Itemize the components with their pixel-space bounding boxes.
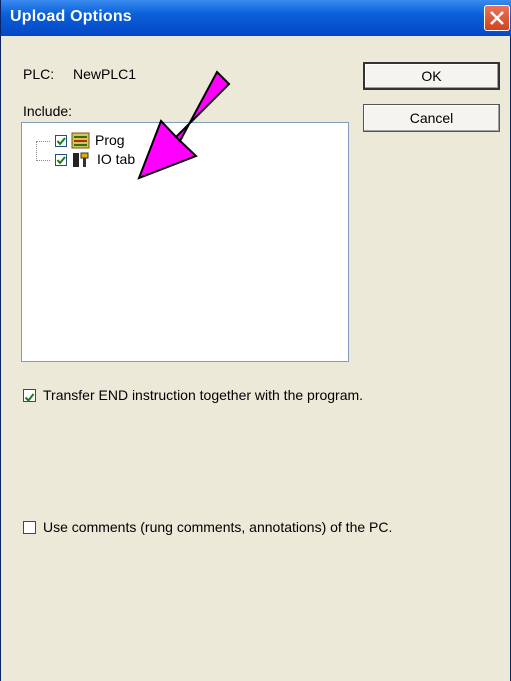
use-comments-label[interactable]: Use comments (rung comments, annotations…: [43, 519, 392, 535]
use-comments-checkbox[interactable]: [23, 521, 36, 534]
io-table-icon: [71, 151, 91, 174]
check-icon: [56, 156, 66, 165]
title-bar[interactable]: Upload Options: [1, 0, 511, 36]
check-icon: [24, 393, 35, 403]
program-checkbox[interactable]: [55, 135, 67, 147]
include-label: Include:: [23, 103, 73, 119]
annotation-arrow-icon: [137, 70, 231, 180]
cancel-button[interactable]: Cancel: [363, 104, 500, 132]
dialog-title: Upload Options: [10, 8, 132, 25]
ok-button[interactable]: OK: [363, 62, 500, 90]
transfer-end-checkbox[interactable]: [23, 389, 36, 403]
upload-options-dialog: Upload Options PLC: NewPLC1 Include: OK …: [0, 0, 511, 681]
close-icon: [490, 11, 504, 25]
check-icon: [56, 137, 66, 146]
close-button[interactable]: [484, 5, 510, 31]
io-table-checkbox[interactable]: [55, 154, 67, 166]
transfer-end-label[interactable]: Transfer END instruction together with t…: [43, 387, 363, 403]
plc-label: PLC:: [23, 66, 55, 82]
